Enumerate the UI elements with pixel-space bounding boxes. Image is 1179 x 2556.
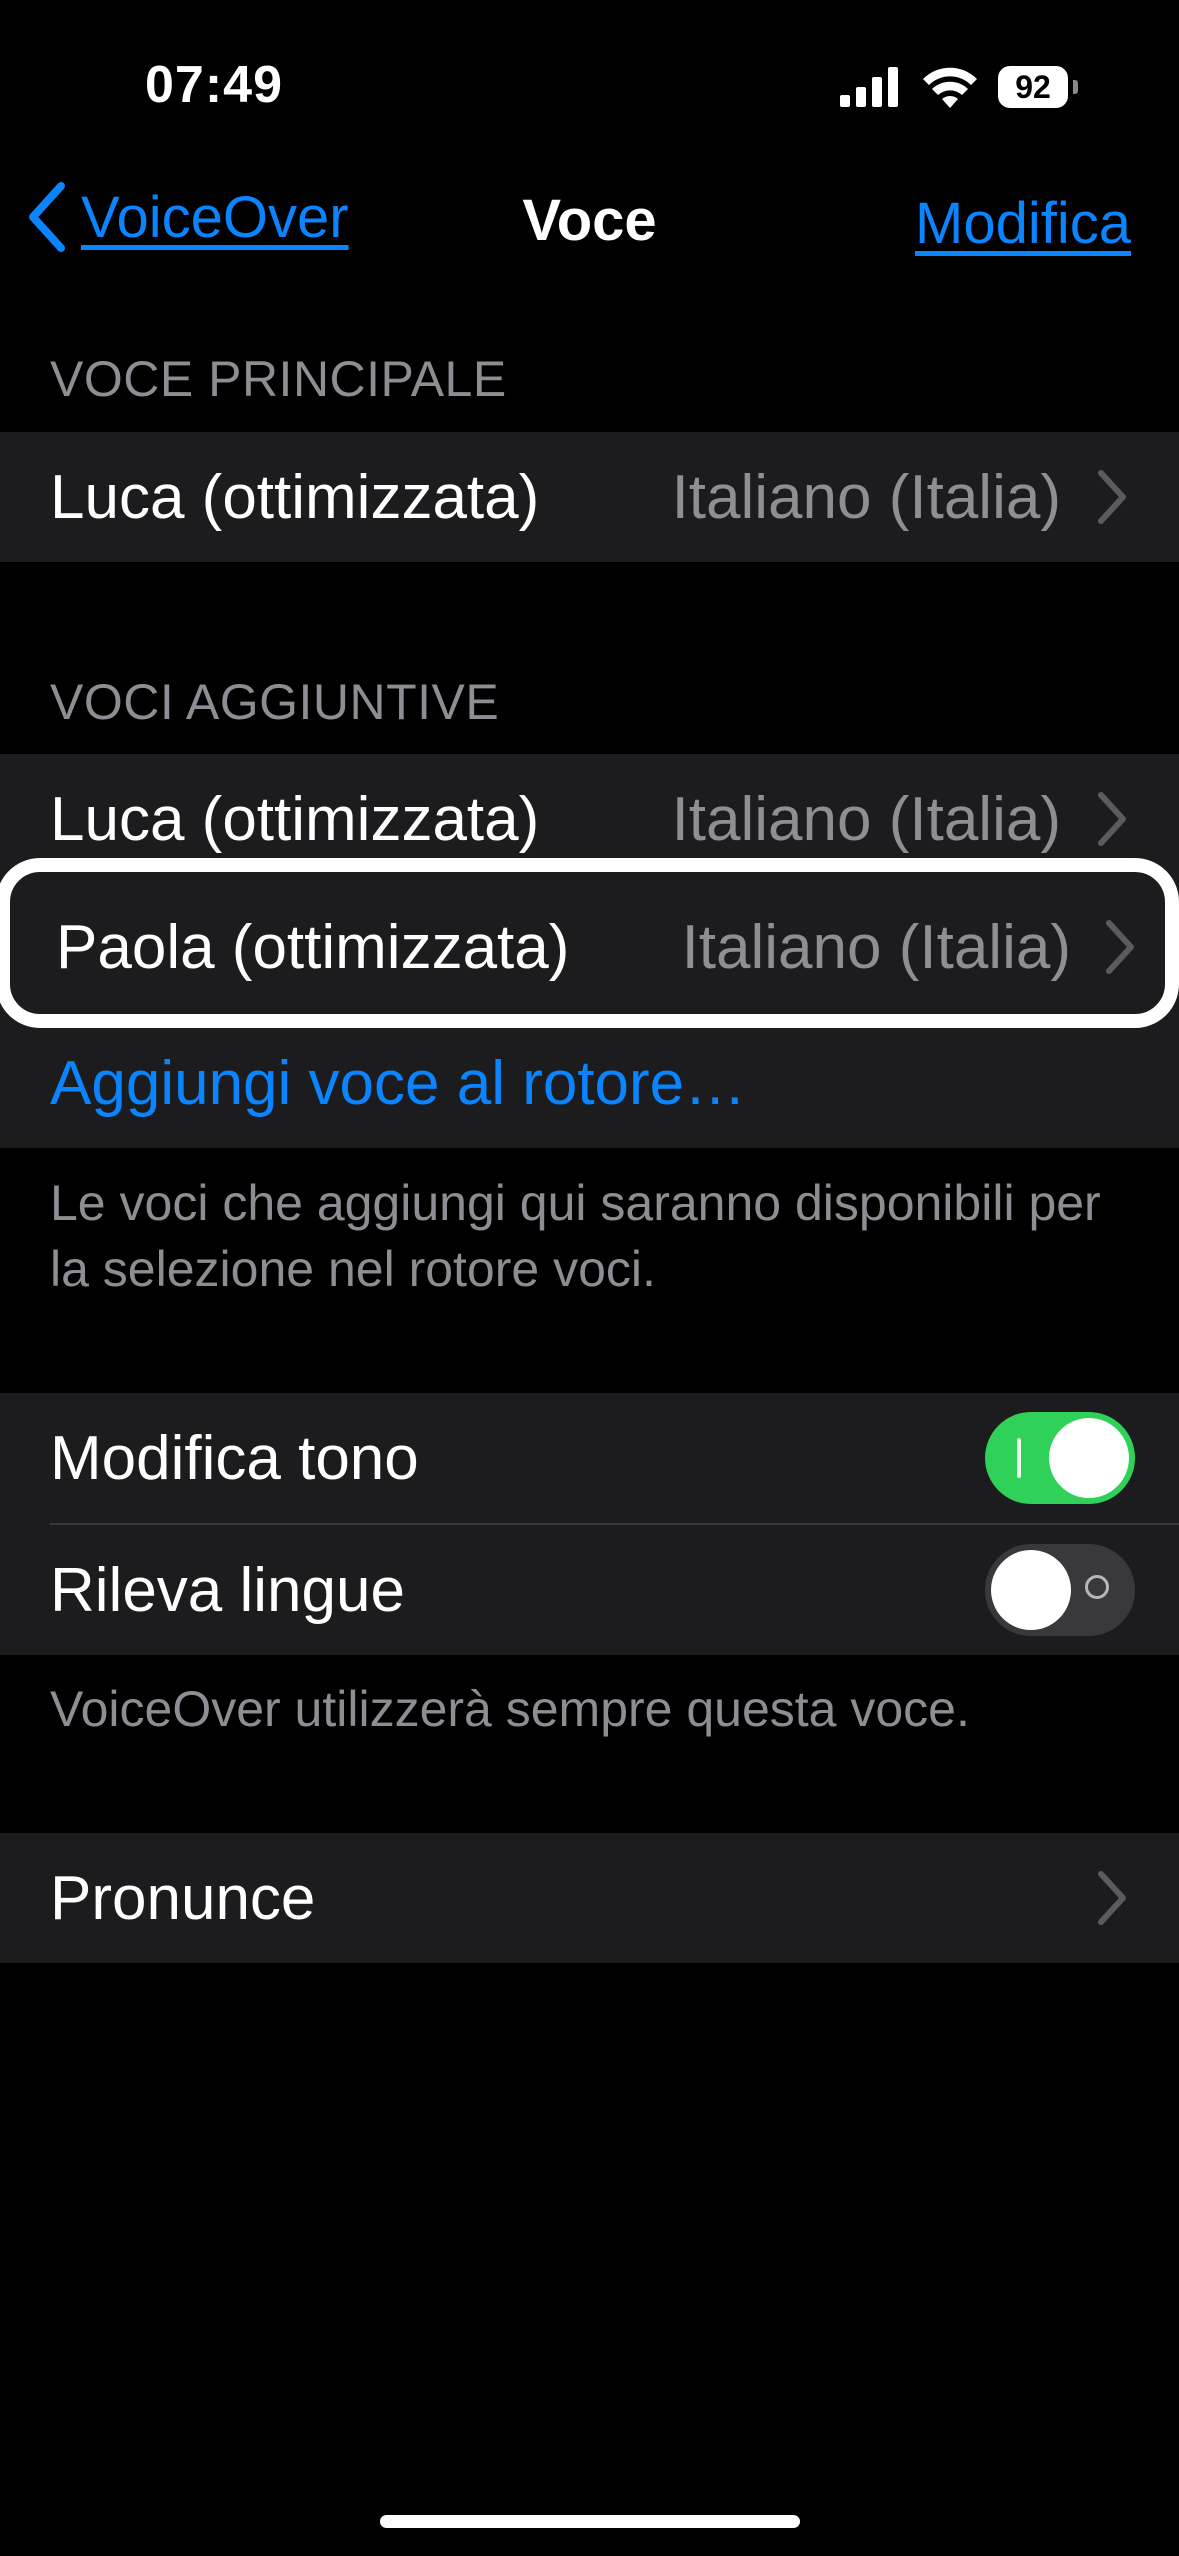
detect-languages-row: Rileva lingue — [0, 1525, 1179, 1655]
toggle-on-mark — [1017, 1438, 1021, 1478]
pitch-change-toggle[interactable] — [985, 1412, 1135, 1504]
pitch-change-row: Modifica tono — [0, 1393, 1179, 1523]
options-footer: VoiceOver utilizzerà sempre questa voce. — [50, 1681, 970, 1737]
detect-languages-label: Rileva lingue — [50, 1555, 405, 1625]
cellular-signal-icon — [840, 67, 898, 107]
voice-language: Italiano (Italia) — [671, 784, 1061, 854]
section-header-additional-voices: VOCI AGGIUNTIVE — [50, 674, 500, 730]
battery-level: 92 — [1015, 68, 1051, 105]
toggle-off-mark — [1085, 1575, 1109, 1599]
chevron-right-icon — [1106, 920, 1134, 974]
battery-icon: 92 — [998, 66, 1078, 108]
chevron-right-icon — [1098, 792, 1126, 846]
additional-voice-row-focused[interactable]: Paola (ottimizzata) Italiano (Italia) — [14, 882, 1165, 1012]
pronunciations-group: Pronunce — [0, 1833, 1179, 1963]
toggle-knob — [991, 1550, 1071, 1630]
voice-language: Italiano (Italia) — [671, 462, 1061, 532]
detect-languages-toggle[interactable] — [985, 1544, 1135, 1636]
voice-name: Luca (ottimizzata) — [50, 462, 540, 532]
edit-button[interactable]: Modifica — [915, 190, 1131, 257]
section-header-primary-voice: VOCE PRINCIPALE — [50, 351, 507, 407]
voice-name: Paola (ottimizzata) — [56, 912, 570, 982]
status-time: 07:49 — [145, 56, 283, 114]
home-indicator[interactable] — [380, 2515, 800, 2528]
status-icons: 92 — [840, 64, 1078, 110]
voice-language: Italiano (Italia) — [681, 912, 1071, 982]
pitch-change-label: Modifica tono — [50, 1423, 419, 1493]
wifi-icon — [923, 67, 977, 108]
chevron-right-icon — [1098, 1871, 1126, 1925]
pronunciations-row[interactable]: Pronunce — [0, 1833, 1179, 1963]
voiceover-focus-cursor: Paola (ottimizzata) Italiano (Italia) — [0, 858, 1179, 1028]
toggle-knob — [1049, 1418, 1129, 1498]
options-group: Modifica tono Rileva lingue — [0, 1393, 1179, 1655]
pronunciations-label: Pronunce — [50, 1863, 316, 1933]
chevron-right-icon — [1098, 470, 1126, 524]
additional-voices-footer: Le voci che aggiungi qui saranno disponi… — [50, 1175, 1101, 1297]
voice-name: Luca (ottimizzata) — [50, 784, 540, 854]
add-voice-to-rotor-button[interactable]: Aggiungi voce al rotore… — [50, 1048, 746, 1119]
primary-voice-group: Luca (ottimizzata) Italiano (Italia) — [0, 432, 1179, 562]
primary-voice-row[interactable]: Luca (ottimizzata) Italiano (Italia) — [0, 432, 1179, 562]
